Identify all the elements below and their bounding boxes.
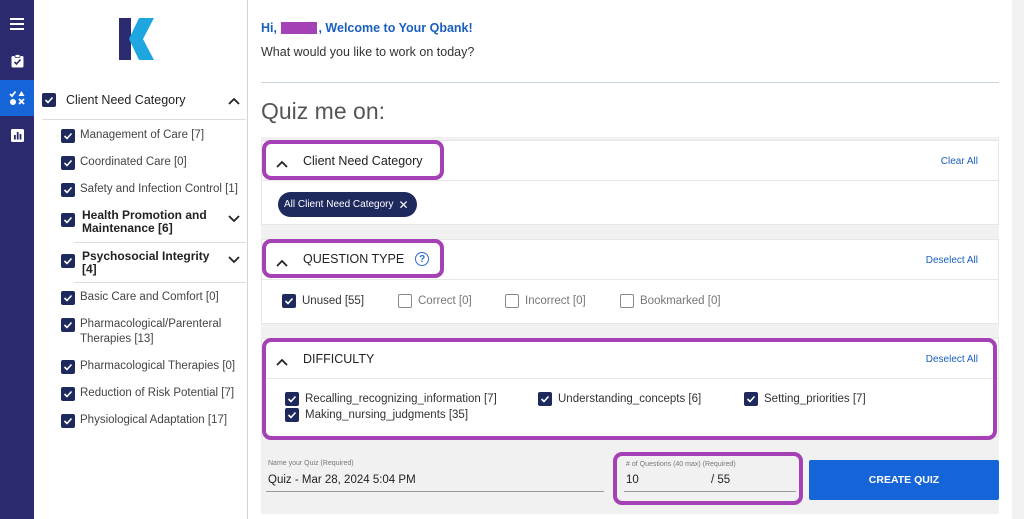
chevron-down-icon[interactable]: [228, 254, 240, 269]
bar-chart-icon[interactable]: [0, 117, 34, 153]
checkbox-checked-icon[interactable]: [61, 183, 75, 197]
client-need-category-toggle[interactable]: Client Need Category: [42, 90, 242, 110]
sidebar-group[interactable]: Psychosocial Integrity [4]: [61, 250, 246, 276]
option-label: Incorrect [0]: [525, 295, 586, 307]
page-subtitle: What would you like to work on today?: [261, 45, 475, 59]
close-icon[interactable]: ✕: [399, 198, 409, 212]
checkbox-checked-icon[interactable]: [61, 213, 75, 227]
page-title: Quiz me on:: [261, 98, 385, 124]
option-label: Bookmarked [0]: [640, 295, 721, 307]
sidebar-item[interactable]: Management of Care [7]: [61, 128, 246, 143]
option-label: Unused [55]: [302, 295, 365, 307]
sidebar-item[interactable]: Safety and Infection Control [1]: [61, 182, 246, 197]
chip-label: All Client Need Category: [284, 199, 394, 210]
create-quiz-button[interactable]: CREATE QUIZ: [809, 460, 999, 500]
sidebar-item-label: Management of Care [7]: [80, 129, 205, 141]
highlight-client-need: [262, 140, 444, 180]
option-bookmarked[interactable]: Bookmarked [0]: [620, 294, 721, 308]
sidebar-item-label: Pharmacological Therapies [0]: [80, 360, 236, 372]
quiz-tools-icon[interactable]: [0, 80, 34, 116]
checkbox-checked-icon[interactable]: [282, 294, 296, 308]
clear-all-link[interactable]: Clear All: [941, 156, 978, 167]
checkbox-checked-icon[interactable]: [61, 129, 75, 143]
sidebar-item-label: Coordinated Care [0]: [80, 156, 187, 168]
sidebar-item-label: Health Promotion and Maintenance [6]: [82, 208, 207, 235]
divider: [74, 282, 246, 283]
greeting-suffix: , Welcome to Your Qbank!: [318, 21, 473, 35]
kaplan-logo: [119, 18, 163, 60]
divider: [74, 242, 246, 243]
clipboard-check-icon[interactable]: [0, 43, 34, 79]
sidebar-item[interactable]: Reduction of Risk Potential [7]: [61, 386, 246, 401]
chevron-up-icon[interactable]: [228, 92, 240, 110]
sidebar-item-label: Pharmacological/Parenteral Therapies [13…: [80, 318, 222, 345]
sidebar-group[interactable]: Health Promotion and Maintenance [6]: [61, 209, 246, 235]
filter-sidebar: Client Need Category Management of Care …: [34, 0, 248, 519]
chevron-down-icon[interactable]: [228, 213, 240, 228]
sidebar-item[interactable]: Basic Care and Comfort [0]: [61, 290, 246, 305]
checkbox-checked-icon[interactable]: [61, 156, 75, 170]
deselect-all-link[interactable]: Deselect All: [926, 255, 978, 266]
quiz-name-underline: [266, 491, 604, 492]
sidebar-item-label: Basic Care and Comfort [0]: [80, 291, 219, 303]
checkbox-empty-icon[interactable]: [398, 294, 412, 308]
sidebar-header-label: Client Need Category: [66, 93, 186, 107]
checkbox-checked-icon[interactable]: [61, 387, 75, 401]
option-correct[interactable]: Correct [0]: [398, 294, 472, 308]
divider: [42, 119, 246, 120]
option-incorrect[interactable]: Incorrect [0]: [505, 294, 586, 308]
checkbox-checked-icon[interactable]: [61, 254, 75, 268]
checkbox-checked-icon[interactable]: [61, 414, 75, 428]
quiz-name-label: Name your Quiz (Required): [268, 460, 354, 467]
quiz-name-input[interactable]: Quiz - Mar 28, 2024 5:04 PM: [268, 474, 416, 486]
highlight-question-type: [262, 239, 444, 278]
checkbox-empty-icon[interactable]: [505, 294, 519, 308]
sidebar-item[interactable]: Coordinated Care [0]: [61, 155, 246, 170]
scrollbar[interactable]: [1012, 0, 1024, 519]
sidebar-item-label: Safety and Infection Control [1]: [80, 183, 238, 195]
highlight-num-questions: [613, 452, 803, 505]
redacted-name: [281, 22, 318, 34]
filter-chip[interactable]: All Client Need Category ✕: [278, 192, 417, 217]
greeting: Hi, , Welcome to Your Qbank!: [261, 21, 473, 35]
menu-icon[interactable]: [0, 6, 34, 42]
sidebar-item-label: Psychosocial Integrity [4]: [82, 249, 210, 276]
sidebar-item[interactable]: Physiological Adaptation [17]: [61, 413, 246, 428]
sidebar-item-label: Reduction of Risk Potential [7]: [80, 387, 235, 399]
sidebar-item-label: Physiological Adaptation [17]: [80, 414, 228, 426]
checkbox-checked-icon[interactable]: [61, 318, 75, 332]
greeting-prefix: Hi,: [261, 21, 277, 35]
option-unused[interactable]: Unused [55]: [282, 294, 364, 308]
sidebar-item[interactable]: Pharmacological/Parenteral Therapies [13…: [61, 317, 246, 347]
sidebar-item[interactable]: Pharmacological Therapies [0]: [61, 359, 246, 374]
checkbox-checked-icon[interactable]: [61, 291, 75, 305]
checkbox-checked-icon[interactable]: [61, 360, 75, 374]
option-label: Correct [0]: [418, 295, 472, 307]
checkbox-empty-icon[interactable]: [620, 294, 634, 308]
nav-rail: [0, 0, 34, 519]
checkbox-checked-icon[interactable]: [42, 93, 56, 107]
highlight-difficulty: [262, 338, 997, 440]
divider: [261, 82, 999, 83]
